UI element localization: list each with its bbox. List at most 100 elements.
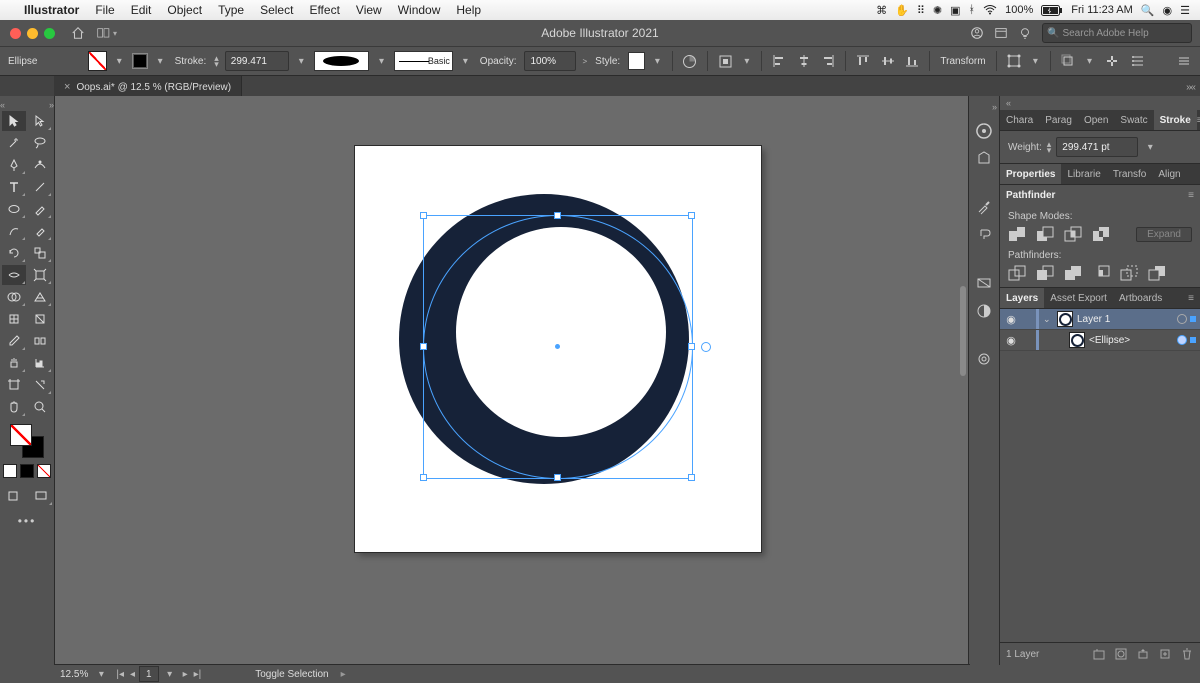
align-to-dropdown[interactable]: ▾: [740, 52, 753, 70]
weight-dropdown[interactable]: ▾: [1143, 138, 1157, 156]
target-icon[interactable]: [1177, 314, 1187, 324]
target-icon[interactable]: [1177, 335, 1187, 345]
menu-view[interactable]: View: [348, 3, 390, 17]
isolate-dropdown[interactable]: ▾: [1083, 52, 1096, 70]
edit-toolbar-icon[interactable]: •••: [18, 514, 37, 528]
siri-icon[interactable]: ◉: [1163, 4, 1173, 17]
first-artboard-icon[interactable]: |◂: [114, 669, 126, 680]
fill-swatch[interactable]: [88, 51, 107, 71]
brush-dropdown[interactable]: ▾: [375, 52, 388, 70]
notification-center-icon[interactable]: ☰: [1180, 4, 1190, 17]
pie-widget-icon[interactable]: [701, 342, 711, 352]
cloud-sync-icon[interactable]: [970, 26, 984, 40]
brushes-panel-icon[interactable]: [975, 198, 993, 216]
draw-normal-icon[interactable]: [1, 486, 25, 506]
exclude-icon[interactable]: [1092, 226, 1110, 242]
next-artboard-icon[interactable]: ▸: [181, 669, 190, 680]
menu-type[interactable]: Type: [210, 3, 252, 17]
tab-transform[interactable]: Transfo: [1107, 164, 1153, 184]
profile-dropdown[interactable]: ▾: [459, 52, 472, 70]
shape-builder-tool[interactable]: [2, 287, 26, 307]
style-dropdown[interactable]: ▾: [651, 52, 664, 70]
menu-window[interactable]: Window: [390, 3, 449, 17]
divide-icon[interactable]: [1008, 265, 1026, 281]
menu-edit[interactable]: Edit: [123, 3, 160, 17]
bluetooth-icon[interactable]: ᚼ: [969, 4, 976, 16]
tab-libraries[interactable]: Librarie: [1061, 164, 1106, 184]
window-minimize-button[interactable]: [27, 28, 38, 39]
align-vcenter-icon[interactable]: [879, 51, 897, 71]
outline-icon[interactable]: [1120, 265, 1138, 281]
align-right-icon[interactable]: [819, 51, 837, 71]
selection-handle[interactable]: [688, 212, 695, 219]
symbols-panel-icon[interactable]: [975, 226, 993, 244]
align-bottom-icon[interactable]: [903, 51, 921, 71]
document-tab[interactable]: × Oops.ai* @ 12.5 % (RGB/Preview): [54, 76, 242, 98]
magic-wand-tool[interactable]: [2, 133, 26, 153]
visibility-toggle-icon[interactable]: ◉: [1004, 313, 1018, 326]
clock[interactable]: Fri 11:23 AM: [1071, 4, 1133, 16]
vertical-scrollbar[interactable]: [960, 286, 966, 376]
selection-handle[interactable]: [688, 343, 695, 350]
intersect-icon[interactable]: [1064, 226, 1082, 242]
menu-object[interactable]: Object: [159, 3, 210, 17]
tab-artboards[interactable]: Artboards: [1113, 288, 1168, 308]
stroke-swatch-dropdown[interactable]: ▾: [154, 52, 167, 70]
stroke-profile[interactable]: Basic: [394, 51, 453, 71]
minus-front-icon[interactable]: [1036, 226, 1054, 242]
trim-icon[interactable]: [1036, 265, 1054, 281]
wifi-icon[interactable]: [983, 5, 997, 15]
delete-layer-icon[interactable]: [1180, 647, 1194, 661]
search-help-field[interactable]: 🔍 Search Adobe Help: [1042, 23, 1192, 43]
evernote-icon[interactable]: ⌘: [876, 4, 887, 17]
transform-label[interactable]: Transform: [938, 56, 987, 67]
mesh-tool[interactable]: [2, 309, 26, 329]
layer-row[interactable]: ◉ <Ellipse>: [1000, 330, 1200, 351]
symbol-sprayer-tool[interactable]: [2, 353, 26, 373]
gradient-tool[interactable]: [28, 309, 52, 329]
align-hcenter-icon[interactable]: [795, 51, 813, 71]
locate-object-icon[interactable]: [1092, 647, 1106, 661]
selection-handle[interactable]: [688, 474, 695, 481]
home-icon[interactable]: [71, 26, 85, 40]
tab-opentype[interactable]: Open: [1078, 110, 1114, 130]
app-menu[interactable]: Illustrator: [16, 3, 87, 17]
stroke-weight-field[interactable]: 299.471: [225, 51, 289, 71]
dock-expand-icon[interactable]: »: [967, 102, 1001, 112]
hand-tool[interactable]: [2, 397, 26, 417]
weight-field[interactable]: 299.471 pt: [1056, 137, 1138, 157]
tab-asset-export[interactable]: Asset Export: [1044, 288, 1113, 308]
color-panel-icon[interactable]: [975, 122, 993, 140]
canvas-area[interactable]: [55, 96, 968, 665]
recolor-icon[interactable]: [681, 51, 699, 71]
align-top-icon[interactable]: [854, 51, 872, 71]
unite-icon[interactable]: [1008, 226, 1026, 242]
isolate-icon[interactable]: [1059, 51, 1077, 71]
shaper-tool[interactable]: [2, 221, 26, 241]
arrange-window-icon[interactable]: [994, 26, 1008, 40]
artboard-dropdown[interactable]: ▾: [161, 665, 179, 683]
blend-tool[interactable]: [28, 331, 52, 351]
fill-dropdown[interactable]: ▾: [113, 52, 126, 70]
panel-menu-icon[interactable]: [1174, 51, 1194, 71]
new-layer-icon[interactable]: [1158, 647, 1172, 661]
graphic-style-swatch[interactable]: [628, 52, 645, 70]
tab-character[interactable]: Chara: [1000, 110, 1039, 130]
artboard-number-field[interactable]: 1: [139, 666, 159, 682]
menu-effect[interactable]: Effect: [301, 3, 347, 17]
tab-align[interactable]: Align: [1152, 164, 1186, 184]
panel-collapse-icon[interactable]: «: [1006, 98, 1011, 108]
pin-icon[interactable]: [1102, 51, 1122, 71]
selection-handle[interactable]: [420, 343, 427, 350]
dropbox-icon[interactable]: ⠿: [917, 4, 925, 17]
hand-icon[interactable]: ✋: [895, 4, 909, 17]
shape-properties-icon[interactable]: [1005, 51, 1023, 71]
layers-menu-icon[interactable]: ≡: [1182, 288, 1200, 308]
visibility-toggle-icon[interactable]: ◉: [1004, 334, 1018, 347]
toolbox-expand-icon[interactable]: »: [49, 100, 54, 110]
prev-artboard-icon[interactable]: ◂: [128, 669, 137, 680]
selection-tool[interactable]: [2, 111, 26, 131]
window-close-button[interactable]: [10, 28, 21, 39]
expand-tabs-icon[interactable]: » «: [1180, 76, 1200, 98]
brush-preview[interactable]: [314, 51, 369, 71]
